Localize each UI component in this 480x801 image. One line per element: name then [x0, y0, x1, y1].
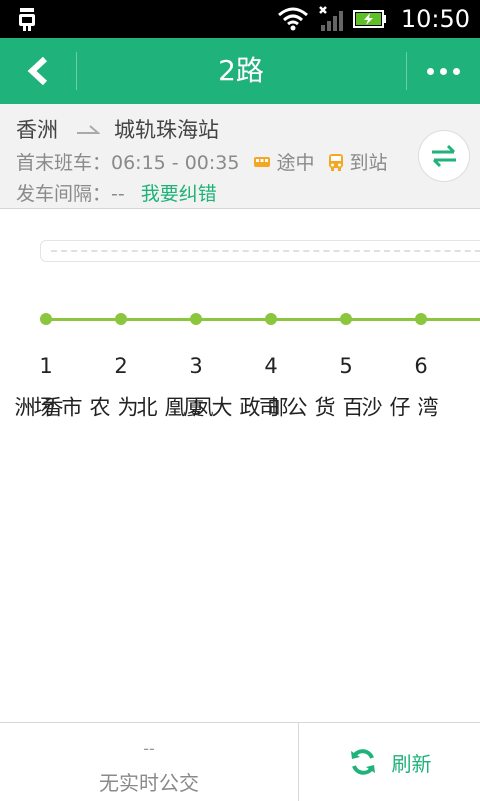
departure-interval: 发车间隔：-- 我要纠错: [16, 179, 217, 206]
refresh-icon: [350, 749, 375, 775]
route-info-panel: 香洲 城轨珠海站 首末班车：06:15 - 00:35 途中 到站 发车间隔：-…: [0, 104, 480, 209]
refresh-label: 刷新: [391, 751, 432, 776]
stop-dot: [190, 313, 202, 325]
stop-number: 4: [264, 354, 278, 378]
realtime-bus-track: [40, 240, 480, 262]
legend-arrived: 到站: [328, 148, 387, 175]
stop-dot: [265, 313, 277, 325]
realtime-status: -- 无实时公交: [0, 723, 298, 801]
service-hours: 首末班车：06:15 - 00:35 途中 到站: [16, 148, 387, 175]
legend-enroute: 途中: [253, 148, 314, 175]
status-bar: 10:50: [0, 0, 480, 38]
dot: [452, 67, 460, 75]
report-error-link[interactable]: 我要纠错: [141, 179, 217, 206]
battery-charging-icon: [352, 10, 386, 28]
first-last-bus-times: 首末班车：06:15 - 00:35: [16, 152, 240, 174]
stop-number: 1: [39, 354, 53, 378]
clock: 10:50: [400, 5, 470, 33]
android-debug-icon: [19, 8, 35, 31]
stop-dot: [115, 313, 127, 325]
arrow-right-icon: [77, 125, 100, 134]
stop-name: 湾仔沙: [359, 396, 439, 417]
more-options-button[interactable]: [406, 38, 480, 104]
route-direction: 香洲 城轨珠海站: [16, 114, 219, 144]
wifi-icon: [277, 7, 308, 31]
swap-arrows-icon: [432, 144, 456, 168]
bus-enroute-icon: [254, 156, 271, 167]
page-title: 2路: [218, 54, 264, 87]
origin-stop: 香洲: [16, 118, 58, 142]
interval-value: 发车间隔：--: [16, 183, 125, 205]
swap-direction-button[interactable]: [418, 130, 470, 182]
bus-arrived-icon: [329, 153, 344, 171]
stop-dot: [340, 313, 352, 325]
dot: [426, 67, 434, 75]
destination-stop: 城轨珠海站: [114, 118, 219, 142]
stop-number: 2: [114, 354, 128, 378]
dashed-track: [51, 250, 480, 252]
back-button[interactable]: [0, 38, 76, 104]
stop-dot: [40, 313, 52, 325]
stop-number: 5: [339, 354, 353, 378]
stop-dot: [415, 313, 427, 325]
chevron-left-icon: [27, 56, 48, 86]
refresh-button[interactable]: 刷新: [299, 723, 480, 801]
realtime-value: --: [143, 739, 155, 758]
signal-icon: [318, 6, 343, 31]
dot: [439, 67, 447, 75]
stop-number: 3: [189, 354, 203, 378]
bottom-bar: -- 无实时公交 刷新: [0, 722, 480, 801]
stop-number: 6: [414, 354, 428, 378]
title-bar: 2路: [0, 38, 480, 104]
no-realtime-label: 无实时公交: [99, 771, 199, 795]
